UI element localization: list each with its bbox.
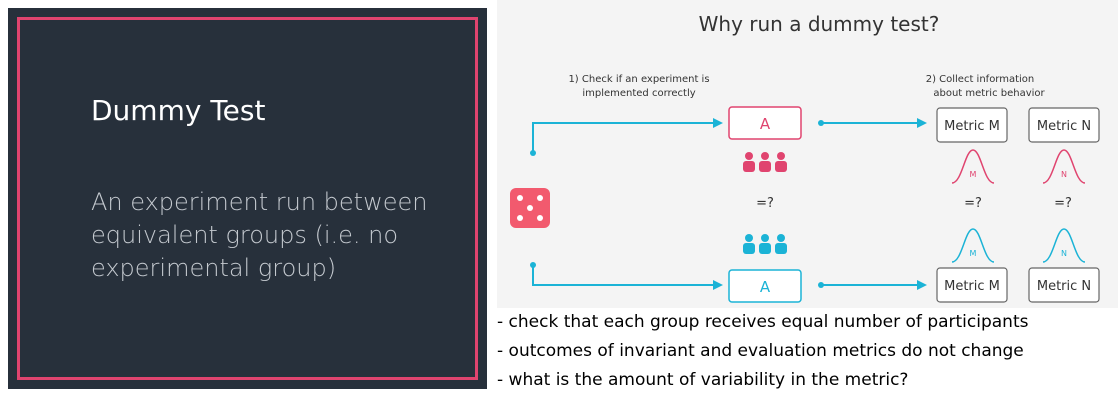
diagram-svg: Why run a dummy test? 1) Check if an exp… (510, 12, 1100, 303)
curve-m-bottom-label: M (970, 249, 977, 258)
step2-line1: 2) Collect information (926, 74, 1035, 85)
bottom-metric-arrow-icon (818, 280, 927, 290)
group-a-bottom-label: A (760, 278, 771, 296)
dice-icon (510, 188, 550, 228)
note-item: - what is the amount of variability in t… (497, 370, 909, 390)
curve-n-bottom-label: N (1061, 249, 1067, 258)
metric-m-bottom-box: Metric M (936, 267, 1008, 303)
note-item: - outcomes of invariant and evaluation m… (497, 341, 1024, 361)
group-a-bottom-box: A (728, 269, 802, 303)
group-a-top-label: A (760, 115, 771, 133)
bell-curve-n-bottom-icon: N (1042, 228, 1086, 263)
metric-m-top-label: Metric M (944, 119, 1000, 134)
slide-title: Dummy Test (91, 94, 266, 127)
bell-curve-n-top-icon: N (1042, 149, 1086, 184)
curve-n-top-label: N (1061, 170, 1067, 179)
curve-m-top-label: M (970, 170, 977, 179)
metric-m-bottom-label: Metric M (944, 279, 1000, 294)
metric-m-top-box: Metric M (936, 107, 1008, 143)
metric-n-top-label: Metric N (1037, 119, 1091, 134)
metric-n-top-box: Metric N (1028, 107, 1100, 143)
group-a-top-box: A (728, 106, 802, 140)
people-top-icon (743, 152, 787, 172)
step1-line1: 1) Check if an experiment is (568, 74, 709, 85)
top-arrow-icon (530, 118, 723, 156)
slide-description: An experiment run between equivalent gro… (91, 188, 428, 282)
compare-metric-n: =? (1054, 196, 1072, 211)
note-item: - check that each group receives equal n… (497, 312, 1029, 332)
bottom-arrow-icon (530, 262, 723, 290)
slide-panel: Dummy Test An experiment run between equ… (8, 8, 487, 389)
compare-metric-m: =? (964, 196, 982, 211)
notes-list: - check that each group receives equal n… (497, 308, 1118, 395)
compare-groups: =? (756, 196, 774, 211)
bell-curve-m-top-icon: M (951, 149, 995, 184)
diagram-panel: Why run a dummy test? 1) Check if an exp… (497, 0, 1118, 308)
step1-line2: implemented correctly (582, 88, 695, 99)
bell-curve-m-bottom-icon: M (951, 228, 995, 263)
step2-line2: about metric behavior (933, 88, 1045, 99)
people-bottom-icon (743, 234, 787, 254)
top-metric-arrow-icon (818, 118, 927, 128)
metric-n-bottom-box: Metric N (1028, 267, 1100, 303)
diagram-title: Why run a dummy test? (699, 12, 940, 36)
metric-n-bottom-label: Metric N (1037, 279, 1091, 294)
